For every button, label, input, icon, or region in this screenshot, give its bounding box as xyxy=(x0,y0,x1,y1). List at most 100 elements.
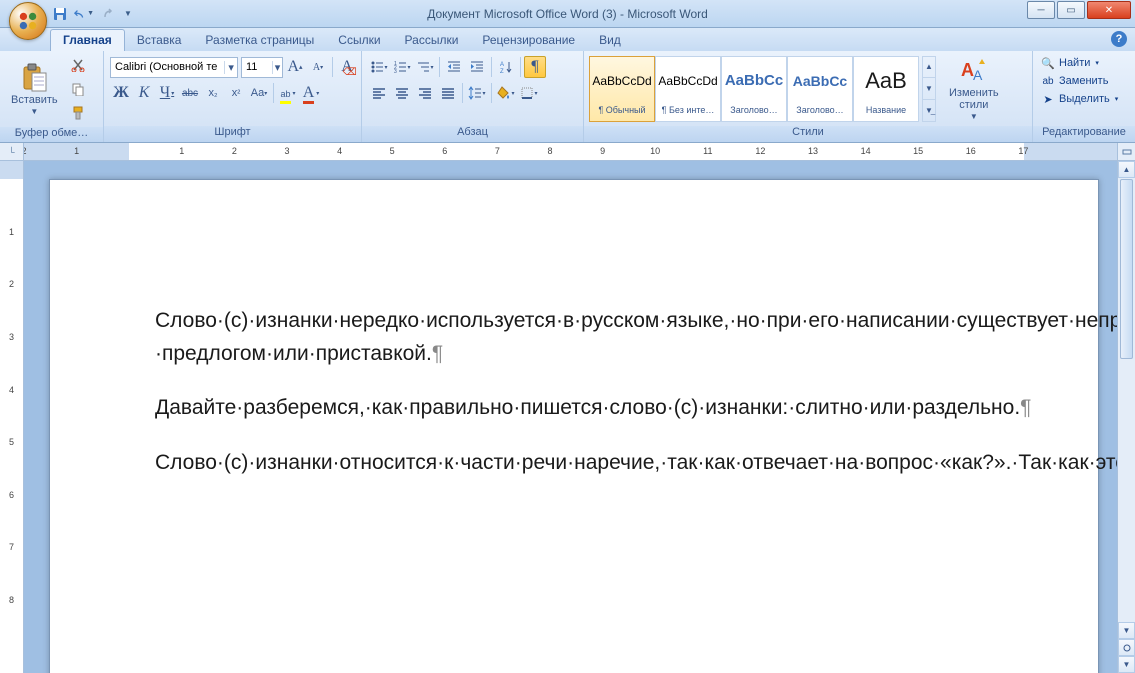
office-logo-icon xyxy=(17,10,39,32)
gallery-down[interactable]: ▼ xyxy=(923,78,935,100)
line-spacing-button[interactable]: ▾ xyxy=(466,82,488,104)
ruler-label: 15 xyxy=(913,146,923,156)
style-item[interactable]: AaBbCcDd¶ Обычный xyxy=(589,56,655,122)
ruler-label: 6 xyxy=(9,490,14,500)
italic-button[interactable]: К xyxy=(133,82,155,104)
chevron-down-icon[interactable]: ▾ xyxy=(272,61,282,74)
tab-selector[interactable]: └ xyxy=(0,143,24,160)
gallery-up[interactable]: ▲ xyxy=(923,57,935,79)
ruler-label: 16 xyxy=(966,146,976,156)
ruler-toggle[interactable] xyxy=(1117,143,1135,160)
font-family-combo[interactable]: ▾ xyxy=(110,57,238,78)
tab-page-layout[interactable]: Разметка страницы xyxy=(193,30,326,51)
bold-button[interactable]: Ж xyxy=(110,82,132,104)
copy-button[interactable] xyxy=(67,78,89,100)
gallery-more[interactable]: ▼̲ xyxy=(923,100,935,121)
font-size-combo[interactable]: ▾ xyxy=(241,57,283,78)
font-family-input[interactable] xyxy=(111,61,224,73)
paragraph[interactable]: Давайте·разберемся,·как·правильно·пишетс… xyxy=(155,392,1000,425)
maximize-button[interactable]: ▭ xyxy=(1057,1,1085,19)
qat-redo[interactable] xyxy=(98,4,118,24)
qat-undo[interactable]: ▼ xyxy=(74,4,94,24)
highlight-button[interactable]: ab▾ xyxy=(277,82,299,104)
change-styles-button[interactable]: AA Изменить стили ▼ xyxy=(943,55,1005,123)
prev-page-button[interactable] xyxy=(1118,639,1135,656)
change-styles-icon: AA xyxy=(958,57,990,88)
tab-home[interactable]: Главная xyxy=(50,29,125,51)
style-item[interactable]: AaBbCcЗаголово… xyxy=(721,56,787,122)
line-spacing-icon xyxy=(468,86,482,100)
qat-customize[interactable]: ▼ xyxy=(122,4,134,24)
style-item[interactable]: AaBbCcDd¶ Без инте… xyxy=(655,56,721,122)
document-content[interactable]: Слово·(с)·изнанки·нередко·используется·в… xyxy=(155,305,1000,501)
show-paragraph-marks-button[interactable]: ¶ xyxy=(524,56,546,78)
scroll-down-button[interactable]: ▼ xyxy=(1118,622,1135,639)
tab-review[interactable]: Рецензирование xyxy=(470,30,587,51)
document-page[interactable]: Слово·(с)·изнанки·нередко·используется·в… xyxy=(49,179,1099,673)
format-painter-button[interactable] xyxy=(67,102,89,124)
grow-font-button[interactable]: A▴ xyxy=(284,56,306,78)
window-controls: ─ ▭ ✕ xyxy=(1025,1,1131,19)
strikethrough-button[interactable]: abc xyxy=(179,82,201,104)
numbering-button[interactable]: 123▾ xyxy=(391,56,413,78)
vertical-scrollbar[interactable]: ▲ ▼ ▼ xyxy=(1117,161,1135,673)
tab-mailings[interactable]: Рассылки xyxy=(393,30,471,51)
paragraph[interactable]: Слово·(с)·изнанки·нередко·используется·в… xyxy=(155,305,1000,370)
close-button[interactable]: ✕ xyxy=(1087,1,1131,19)
ruler-label: 8 xyxy=(547,146,552,156)
paste-button[interactable]: Вставить ▼ xyxy=(5,55,64,123)
justify-button[interactable] xyxy=(437,82,459,104)
shading-button[interactable]: ▾ xyxy=(495,82,517,104)
increase-indent-button[interactable] xyxy=(466,56,488,78)
vertical-ruler[interactable]: 12345678 xyxy=(0,161,24,673)
font-color-button[interactable]: A▾ xyxy=(300,82,322,104)
tab-insert[interactable]: Вставка xyxy=(125,30,194,51)
style-preview: AaBbCc xyxy=(788,57,852,105)
ruler-label: 1 xyxy=(74,146,79,156)
scroll-thumb[interactable] xyxy=(1120,179,1133,359)
borders-button[interactable]: ▾ xyxy=(518,82,540,104)
style-preview: AaB xyxy=(854,57,918,105)
style-item[interactable]: AaBНазвание xyxy=(853,56,919,122)
scroll-up-button[interactable]: ▲ xyxy=(1118,161,1135,178)
cut-button[interactable] xyxy=(67,54,89,76)
styles-group-label: Стили xyxy=(584,126,1032,142)
clear-formatting-button[interactable]: A⌫ xyxy=(336,56,358,78)
document-viewport[interactable]: Слово·(с)·изнанки·нередко·используется·в… xyxy=(24,161,1117,673)
qat-save[interactable] xyxy=(50,4,70,24)
find-icon: 🔍 xyxy=(1040,55,1056,71)
format-painter-icon xyxy=(71,106,85,120)
styles-gallery: AaBbCcDd¶ ОбычныйAaBbCcDd¶ Без инте…AaBb… xyxy=(589,56,919,122)
multilevel-list-button[interactable]: ▾ xyxy=(414,56,436,78)
align-center-button[interactable] xyxy=(391,82,413,104)
find-button[interactable]: 🔍Найти▾ xyxy=(1037,54,1131,72)
paragraph[interactable]: Слово·(с)·изнанки·относится·к·части·речи… xyxy=(155,447,1000,480)
style-item[interactable]: AaBbCcЗаголово… xyxy=(787,56,853,122)
minimize-button[interactable]: ─ xyxy=(1027,1,1055,19)
help-button[interactable]: ? xyxy=(1111,31,1127,47)
align-left-button[interactable] xyxy=(368,82,390,104)
ruler-label: 1 xyxy=(179,146,184,156)
superscript-button[interactable]: x² xyxy=(225,82,247,104)
office-button[interactable] xyxy=(9,2,47,40)
chevron-down-icon[interactable]: ▾ xyxy=(224,61,237,74)
font-size-input[interactable] xyxy=(242,61,272,73)
shrink-font-button[interactable]: A▾ xyxy=(307,56,329,78)
horizontal-ruler[interactable]: 211234567891011121314151617 xyxy=(24,143,1117,160)
tab-references[interactable]: Ссылки xyxy=(326,30,392,51)
next-page-button[interactable]: ▼ xyxy=(1118,656,1135,673)
sort-button[interactable]: AZ xyxy=(495,56,517,78)
bullets-button[interactable]: ▾ xyxy=(368,56,390,78)
subscript-button[interactable]: x₂ xyxy=(202,82,224,104)
align-center-icon xyxy=(395,86,409,100)
replace-button[interactable]: abЗаменить xyxy=(1037,72,1131,90)
change-case-button[interactable]: Aa▾ xyxy=(248,82,270,104)
undo-icon xyxy=(74,8,86,20)
separator xyxy=(273,83,274,103)
align-right-button[interactable] xyxy=(414,82,436,104)
tab-view[interactable]: Вид xyxy=(587,30,633,51)
underline-button[interactable]: Ч▾ xyxy=(156,82,178,104)
decrease-indent-button[interactable] xyxy=(443,56,465,78)
svg-text:Z: Z xyxy=(500,69,504,74)
select-button[interactable]: ➤Выделить▾ xyxy=(1037,90,1131,108)
